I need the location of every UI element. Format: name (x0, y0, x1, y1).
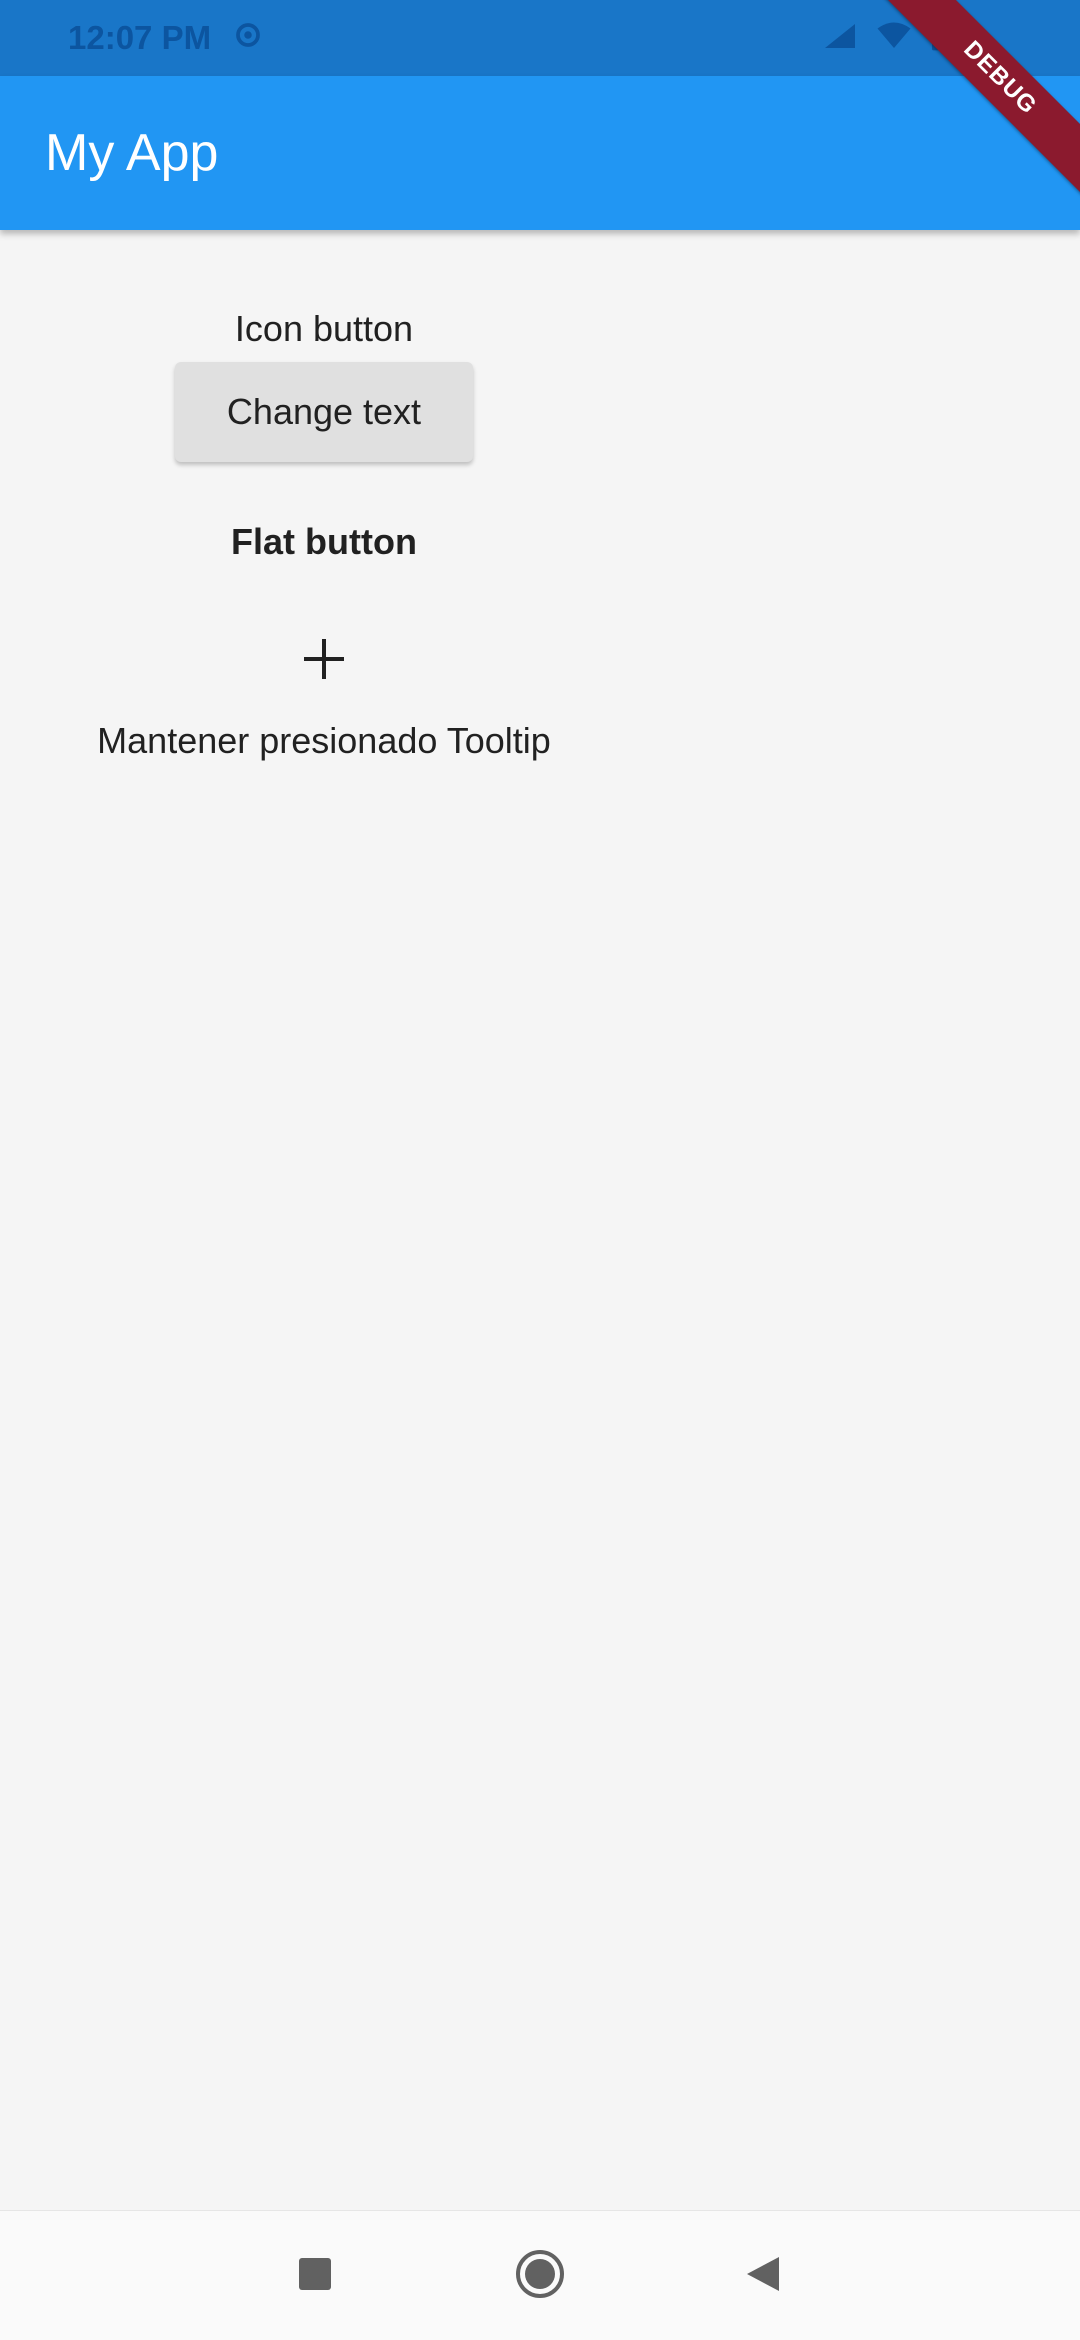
system-nav-bar (0, 2210, 1080, 2340)
recents-button[interactable] (275, 2236, 355, 2316)
app-title: My App (45, 124, 219, 182)
icon-button-label: Icon button (234, 308, 414, 349)
back-triangle-icon (743, 2255, 781, 2298)
main-column: Icon button Change text Flat button Mant… (0, 230, 648, 762)
home-circle-icon (514, 2248, 566, 2305)
add-icon-button[interactable] (279, 616, 369, 706)
app-screen: 12:07 PM My App DEBUG Icon button Change… (0, 0, 1080, 2340)
back-button[interactable] (722, 2236, 802, 2316)
status-time: 12:07 PM (68, 19, 212, 56)
settings-icon (233, 20, 263, 56)
app-bar: My App (0, 76, 1080, 230)
signal-icon (822, 21, 858, 56)
change-text-button[interactable]: Change text (175, 362, 473, 462)
add-icon (302, 637, 346, 686)
flat-button[interactable]: Flat button (174, 492, 474, 592)
tooltip-label: Mantener presionado Tooltip (97, 720, 551, 761)
recents-square-icon (298, 2257, 332, 2296)
wifi-icon (876, 21, 912, 56)
home-button[interactable] (500, 2236, 580, 2316)
